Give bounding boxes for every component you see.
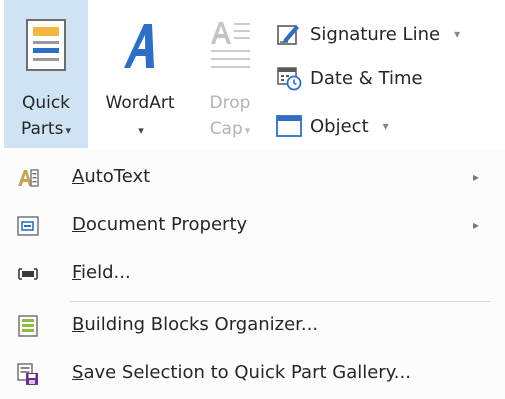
wordart-caret-row: ▾ <box>92 118 188 142</box>
object-label: Object <box>310 115 369 137</box>
menu-item-save-selection[interactable]: Save Selection to Quick Part Gallery... <box>0 352 505 396</box>
drop-cap-icon <box>211 22 250 68</box>
menu-item-text: ave Selection to Quick Part Gallery... <box>83 362 411 383</box>
wordart-icon <box>124 24 154 68</box>
date-time-button[interactable]: Date & Time <box>276 58 423 98</box>
date-time-label: Date & Time <box>310 67 423 89</box>
chevron-down-icon: ▾ <box>138 124 144 137</box>
quick-parts-label-line2: Parts ▾ <box>4 118 88 142</box>
quick-parts-label-line1: Quick <box>21 93 71 113</box>
mnemonic-letter: S <box>72 362 84 383</box>
quick-parts-menu: AutoText ▸ Document Property ▸ Field... … <box>0 150 505 399</box>
field-icon <box>18 268 38 280</box>
menu-item-text: utoText <box>84 166 151 187</box>
menu-item-autotext[interactable]: AutoText ▸ <box>0 156 505 200</box>
menu-item-text: ocument Property <box>85 214 248 235</box>
chevron-down-icon: ▾ <box>65 124 71 137</box>
signature-pen-icon <box>277 25 299 45</box>
drop-cap-label-line1: Drop <box>209 93 251 113</box>
menu-item-document-property[interactable]: Document Property ▸ <box>0 204 505 248</box>
signature-line-button[interactable]: Signature Line ▾ <box>276 14 460 54</box>
autotext-icon <box>18 169 39 187</box>
save-selection-icon <box>17 363 38 385</box>
submenu-arrow-icon: ▸ <box>472 218 479 232</box>
quick-parts-button[interactable]: Quick Parts ▾ <box>4 0 88 148</box>
wordart-button[interactable]: WordArt ▾ <box>92 0 188 148</box>
mnemonic-letter: F <box>72 262 82 283</box>
calendar-clock-icon <box>277 67 302 91</box>
wordart-label: WordArt <box>105 93 175 113</box>
quick-parts-label-text: Parts <box>21 119 64 139</box>
submenu-arrow-icon: ▸ <box>472 170 479 184</box>
drop-cap-label-line2: Cap ▾ <box>196 118 264 142</box>
document-property-icon <box>17 216 39 236</box>
menu-item-label: AutoText <box>72 166 150 187</box>
menu-item-text: ield... <box>81 262 131 283</box>
chevron-down-icon: ▾ <box>244 124 251 137</box>
quick-parts-icon <box>26 19 66 71</box>
object-button[interactable]: Object ▾ <box>276 106 389 146</box>
menu-item-label: Field... <box>72 262 131 283</box>
drop-cap-label-text: Cap <box>209 119 243 139</box>
menu-item-text: uilding Blocks Organizer... <box>84 314 319 335</box>
menu-item-label: Document Property <box>72 214 247 235</box>
object-window-icon <box>276 115 302 137</box>
menu-separator <box>70 301 491 302</box>
chevron-down-icon[interactable]: ▾ <box>383 119 389 133</box>
menu-item-field[interactable]: Field... <box>0 252 505 296</box>
menu-item-label: Building Blocks Organizer... <box>72 314 318 335</box>
insert-ribbon-group: Quick Parts ▾ WordArt ▾ Drop Cap ▾ Signatu… <box>0 0 505 148</box>
chevron-down-icon[interactable]: ▾ <box>454 27 460 41</box>
mnemonic-letter: B <box>72 314 85 335</box>
drop-cap-button[interactable]: Drop Cap ▾ <box>196 0 264 148</box>
building-blocks-icon <box>18 315 38 337</box>
mnemonic-letter: D <box>72 214 86 235</box>
signature-line-label: Signature Line <box>310 23 441 45</box>
mnemonic-letter: A <box>72 166 85 187</box>
menu-item-building-blocks-organizer[interactable]: Building Blocks Organizer... <box>0 304 505 348</box>
menu-item-label: Save Selection to Quick Part Gallery... <box>72 362 411 383</box>
